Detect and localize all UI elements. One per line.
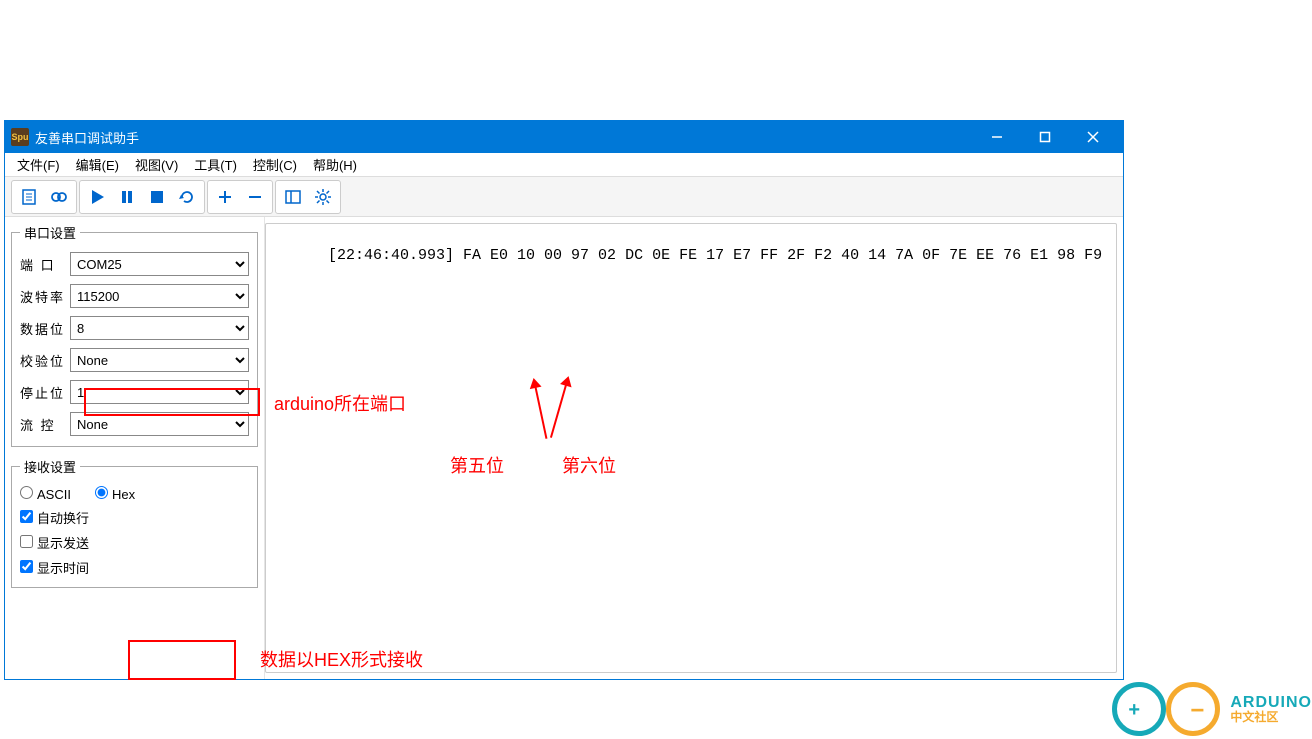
ascii-text: ASCII bbox=[37, 487, 71, 502]
autowrap-check[interactable] bbox=[20, 510, 33, 523]
menu-file[interactable]: 文件(F) bbox=[9, 153, 68, 176]
play-icon[interactable] bbox=[82, 183, 112, 211]
parity-select[interactable]: None bbox=[70, 348, 249, 372]
titlebar: Spu 友善串口调试助手 bbox=[5, 121, 1123, 153]
showsend-check-label[interactable]: 显示发送 bbox=[20, 533, 89, 552]
stop-icon[interactable] bbox=[142, 183, 172, 211]
new-file-icon[interactable] bbox=[14, 183, 44, 211]
settings-icon[interactable] bbox=[308, 183, 338, 211]
baud-select[interactable]: 115200 bbox=[70, 284, 249, 308]
ascii-radio[interactable] bbox=[20, 486, 33, 499]
hex-radio-label[interactable]: Hex bbox=[95, 486, 135, 502]
serial-settings-legend: 串口设置 bbox=[20, 223, 80, 242]
showtime-check-label[interactable]: 显示时间 bbox=[20, 558, 89, 577]
showsend-text: 显示发送 bbox=[37, 536, 89, 551]
parity-label: 校验位 bbox=[20, 351, 70, 370]
hex-text: Hex bbox=[112, 487, 135, 502]
stop-label: 停止位 bbox=[20, 383, 70, 402]
pause-icon[interactable] bbox=[112, 183, 142, 211]
ascii-radio-label[interactable]: ASCII bbox=[20, 486, 71, 502]
menu-edit[interactable]: 编辑(E) bbox=[68, 153, 127, 176]
minus-icon[interactable] bbox=[240, 183, 270, 211]
stop-select[interactable]: 1 bbox=[70, 380, 249, 404]
maximize-button[interactable] bbox=[1021, 121, 1069, 153]
watermark-sub: 中文社区 bbox=[1230, 711, 1312, 723]
menu-tool[interactable]: 工具(T) bbox=[186, 153, 245, 176]
serial-settings-group: 串口设置 端 口 COM25 波特率 115200 数据位 8 校验位 None bbox=[11, 223, 258, 447]
close-button[interactable] bbox=[1069, 121, 1117, 153]
port-select[interactable]: COM25 bbox=[70, 252, 249, 276]
app-icon: Spu bbox=[11, 128, 29, 146]
panel-icon[interactable] bbox=[278, 183, 308, 211]
autowrap-check-label[interactable]: 自动换行 bbox=[20, 508, 89, 527]
data-label: 数据位 bbox=[20, 319, 70, 338]
record-icon[interactable] bbox=[44, 183, 74, 211]
minimize-button[interactable] bbox=[973, 121, 1021, 153]
showtime-text: 显示时间 bbox=[37, 561, 89, 576]
menu-view[interactable]: 视图(V) bbox=[127, 153, 186, 176]
baud-label: 波特率 bbox=[20, 287, 70, 306]
rx-settings-legend: 接收设置 bbox=[20, 457, 80, 476]
app-window: Spu 友善串口调试助手 文件(F) 编辑(E) 视图(V) 工具(T) 控制(… bbox=[4, 120, 1124, 680]
flow-select[interactable]: None bbox=[70, 412, 249, 436]
menubar: 文件(F) 编辑(E) 视图(V) 工具(T) 控制(C) 帮助(H) bbox=[5, 153, 1123, 177]
port-label: 端 口 bbox=[20, 255, 70, 274]
arduino-logo-icon: + − bbox=[1106, 679, 1226, 739]
showsend-check[interactable] bbox=[20, 535, 33, 548]
watermark-brand: ARDUINO bbox=[1230, 695, 1312, 711]
watermark: + − ARDUINO 中文社区 bbox=[1106, 679, 1312, 739]
plus-icon[interactable] bbox=[210, 183, 240, 211]
menu-help[interactable]: 帮助(H) bbox=[305, 153, 365, 176]
data-select[interactable]: 8 bbox=[70, 316, 249, 340]
rx-settings-group: 接收设置 ASCII Hex 自动换行 显示发送 显示时间 bbox=[11, 457, 258, 588]
output-line: [22:46:40.993] FA E0 10 00 97 02 DC 0E F… bbox=[328, 247, 1102, 264]
hex-radio[interactable] bbox=[95, 486, 108, 499]
left-panel: 串口设置 端 口 COM25 波特率 115200 数据位 8 校验位 None bbox=[5, 217, 265, 679]
flow-label: 流 控 bbox=[20, 415, 70, 434]
autowrap-text: 自动换行 bbox=[37, 511, 89, 526]
window-title: 友善串口调试助手 bbox=[35, 128, 973, 147]
menu-control[interactable]: 控制(C) bbox=[245, 153, 305, 176]
output-area[interactable]: [22:46:40.993] FA E0 10 00 97 02 DC 0E F… bbox=[265, 223, 1117, 673]
refresh-icon[interactable] bbox=[172, 183, 202, 211]
toolbar bbox=[5, 177, 1123, 217]
showtime-check[interactable] bbox=[20, 560, 33, 573]
window-body: 串口设置 端 口 COM25 波特率 115200 数据位 8 校验位 None bbox=[5, 217, 1123, 679]
